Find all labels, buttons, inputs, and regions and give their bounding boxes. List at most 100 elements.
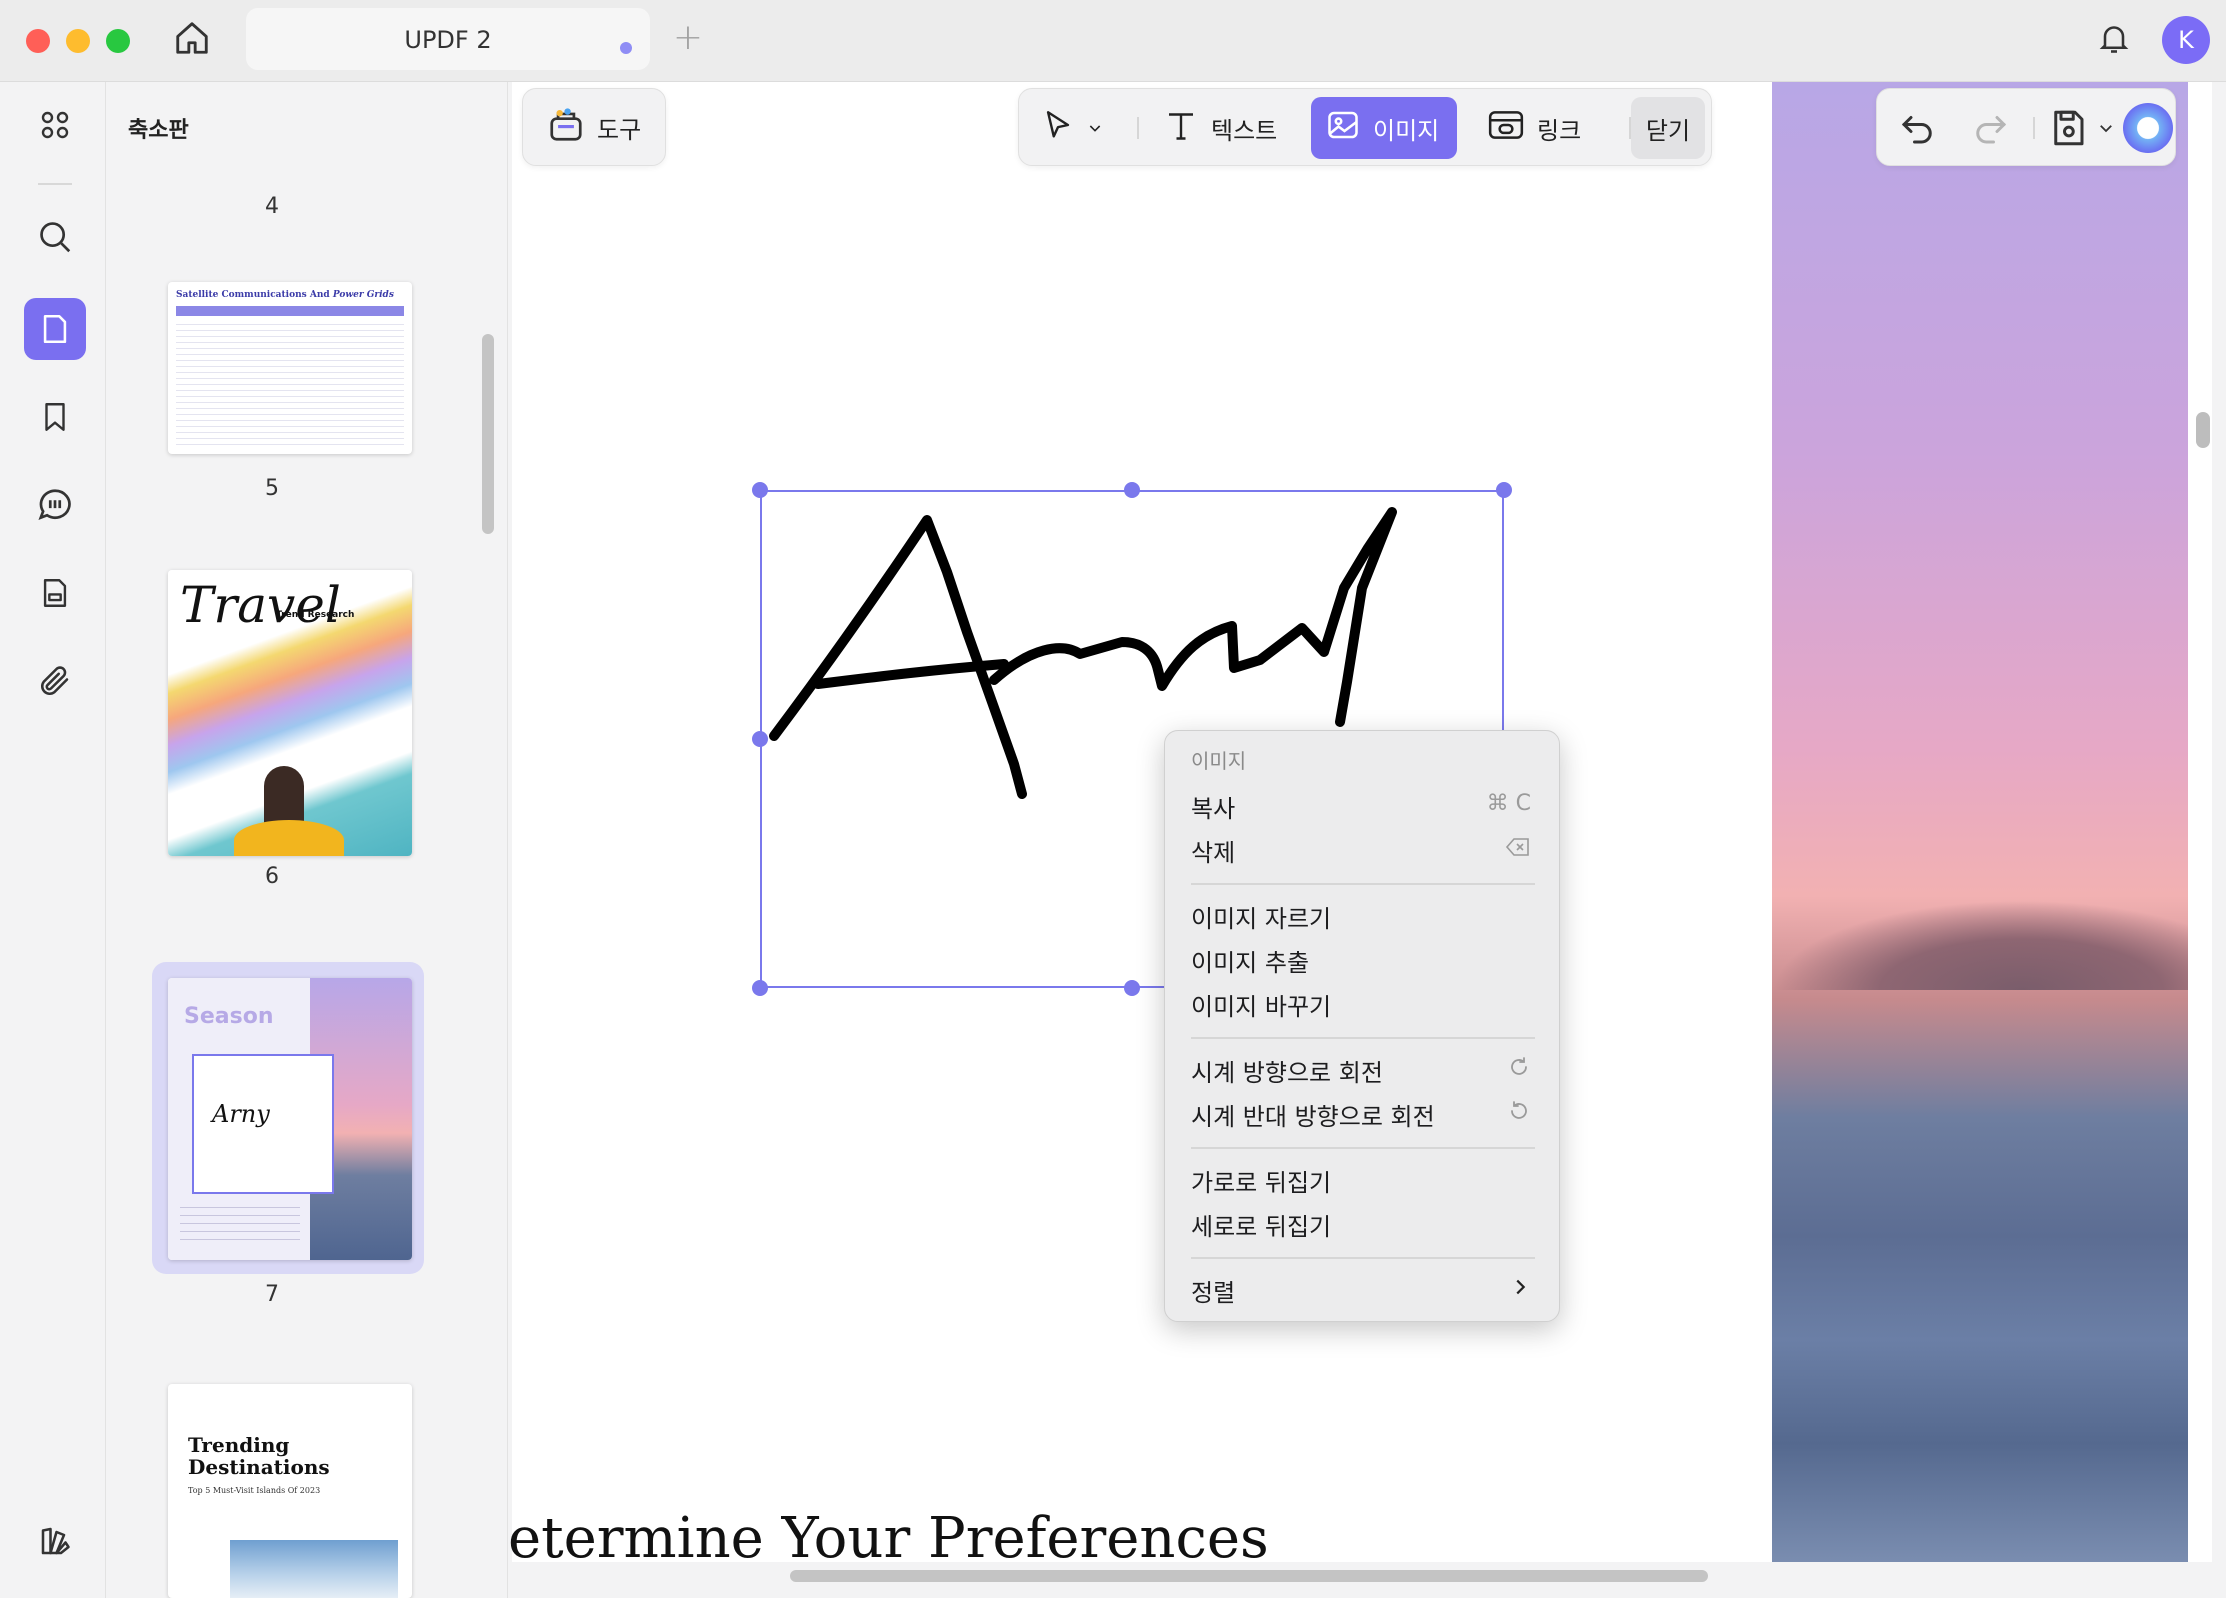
minimize-window-button[interactable] — [66, 29, 90, 53]
bell-icon[interactable] — [2092, 16, 2136, 60]
copy-shortcut: ⌘ C — [1486, 791, 1531, 816]
vertical-scrollbar[interactable] — [2196, 412, 2210, 448]
thumbnail-title-a: Satellite Communications And — [176, 290, 330, 300]
page-number: 7 — [265, 1282, 279, 1307]
menu-item-extract[interactable]: 이미지 추출 — [1191, 943, 1309, 978]
new-tab-button[interactable]: + — [668, 18, 708, 58]
cursor-icon — [1041, 108, 1075, 148]
thumbnail-title-b: Power Grids — [332, 290, 394, 300]
save-icon[interactable] — [2047, 107, 2089, 149]
rail-divider — [38, 183, 72, 185]
menu-item-arrange[interactable]: 정렬 — [1191, 1273, 1235, 1308]
menu-separator — [1191, 883, 1535, 885]
rotate-cw-icon — [1507, 1055, 1531, 1083]
menu-separator — [1191, 1037, 1535, 1039]
toolbar-divider — [1137, 117, 1139, 139]
maximize-window-button[interactable] — [106, 29, 130, 53]
thumbnail-signature: Arny — [212, 1100, 270, 1128]
tools-label: 도구 — [597, 115, 642, 144]
thumbnail-panel: 축소판 4 Satellite Communications And Power… — [106, 82, 508, 1598]
menu-item-copy[interactable]: 복사 — [1191, 789, 1235, 824]
resize-handle-bottom[interactable] — [1124, 980, 1140, 996]
resize-handle-left[interactable] — [752, 731, 768, 747]
image-icon — [1325, 107, 1361, 149]
thumbnail-title: Satellite Communications And Power Grids — [176, 290, 394, 300]
close-window-button[interactable] — [26, 29, 50, 53]
resize-handle-top[interactable] — [1124, 482, 1140, 498]
text-icon — [1163, 107, 1199, 149]
page-number: 4 — [265, 194, 279, 219]
resize-handle-top-right[interactable] — [1496, 482, 1512, 498]
thumbnail-page-8[interactable]: Trending Destinations Top 5 Must-Visit I… — [168, 1384, 412, 1598]
link-mode-label: 링크 — [1537, 116, 1582, 145]
menu-item-replace[interactable]: 이미지 바꾸기 — [1191, 987, 1331, 1022]
page-photo[interactable] — [1772, 82, 2188, 1562]
link-mode-button[interactable]: 링크 — [1473, 97, 1623, 159]
thumbnail-subtitle: Trend Research — [276, 610, 355, 620]
thumbnail-scrollbar[interactable] — [482, 334, 494, 534]
title-bar: UPDF 2 + K — [0, 0, 2226, 82]
toolbox-icon — [547, 106, 585, 148]
avatar[interactable]: K — [2162, 16, 2210, 64]
menu-item-flip-horizontal[interactable]: 가로로 뒤집기 — [1191, 1163, 1331, 1198]
pages-icon[interactable] — [24, 298, 86, 360]
left-icon-rail — [0, 82, 106, 1598]
resize-handle-bottom-left[interactable] — [752, 980, 768, 996]
rotate-ccw-icon — [1507, 1099, 1531, 1127]
table-body — [176, 322, 404, 446]
thumbnail-body-text — [180, 1204, 300, 1244]
grid-icon[interactable] — [24, 94, 86, 156]
select-tool-button[interactable] — [1027, 97, 1131, 159]
chevron-down-icon[interactable] — [1087, 114, 1103, 142]
horizontal-scrollbar[interactable] — [790, 1570, 1708, 1582]
document-tab[interactable]: UPDF 2 — [246, 8, 650, 70]
bookmark-icon[interactable] — [24, 386, 86, 448]
tools-button[interactable]: 도구 — [522, 88, 666, 166]
thumbnail-sky-photo — [230, 1540, 398, 1598]
home-icon[interactable] — [168, 14, 216, 62]
image-mode-button[interactable]: 이미지 — [1311, 97, 1457, 159]
comment-icon[interactable] — [24, 474, 86, 536]
thumbnail-page-6[interactable]: Travel Trend Research — [168, 570, 412, 856]
page-heading: etermine Your Preferences — [508, 1506, 1269, 1571]
page-number: 6 — [265, 864, 279, 889]
page-number: 5 — [265, 476, 279, 501]
thumbnail-title: Travel — [180, 576, 341, 634]
menu-separator — [1191, 1147, 1535, 1149]
theme-icon[interactable] — [24, 1510, 86, 1572]
attachment-icon[interactable] — [24, 650, 86, 712]
image-context-menu: 이미지 복사 ⌘ C 삭제 이미지 자르기 이미지 추출 이미지 바꾸기 시계 … — [1164, 730, 1560, 1322]
redo-icon[interactable] — [1969, 107, 2011, 149]
undo-icon[interactable] — [1897, 107, 1939, 149]
right-toolbar — [1876, 88, 2176, 166]
menu-item-crop[interactable]: 이미지 자르기 — [1191, 899, 1331, 934]
thumbnail-page-7[interactable]: Season Arny — [168, 978, 412, 1260]
table-header — [176, 306, 404, 316]
thumbnail-title: Season — [184, 1004, 274, 1029]
menu-item-flip-vertical[interactable]: 세로로 뒤집기 — [1191, 1207, 1331, 1242]
menu-separator — [1191, 1257, 1535, 1259]
toolbar-divider — [2033, 117, 2035, 139]
thumbnail-title: Trending Destinations — [188, 1434, 330, 1478]
thumbnail-title-line-2: Destinations — [188, 1455, 330, 1479]
kayak — [234, 820, 344, 856]
thumbnail-title-line-1: Trending — [188, 1433, 290, 1457]
resize-handle-top-left[interactable] — [752, 482, 768, 498]
document-tab-title: UPDF 2 — [404, 26, 492, 54]
close-edit-button[interactable]: 닫기 — [1631, 97, 1705, 159]
menu-item-delete[interactable]: 삭제 — [1191, 833, 1235, 868]
unsaved-indicator — [620, 42, 632, 54]
ai-assistant-icon[interactable] — [2123, 103, 2173, 153]
menu-item-rotate-cw[interactable]: 시계 방향으로 회전 — [1191, 1053, 1383, 1088]
menu-item-rotate-ccw[interactable]: 시계 반대 방향으로 회전 — [1191, 1097, 1435, 1132]
edit-mode-toolbar: 텍스트 이미지 링크 닫기 — [1018, 88, 1712, 166]
search-icon[interactable] — [24, 206, 86, 268]
chevron-down-icon[interactable] — [2097, 119, 2115, 137]
text-mode-button[interactable]: 텍스트 — [1149, 97, 1295, 159]
text-mode-label: 텍스트 — [1211, 116, 1278, 145]
link-icon — [1487, 106, 1525, 150]
thumbnail-subtitle: Top 5 Must-Visit Islands Of 2023 — [188, 1486, 321, 1495]
thumbnail-page-5[interactable]: Satellite Communications And Power Grids — [168, 282, 412, 454]
form-icon[interactable] — [24, 562, 86, 624]
context-menu-header: 이미지 — [1191, 749, 1247, 773]
